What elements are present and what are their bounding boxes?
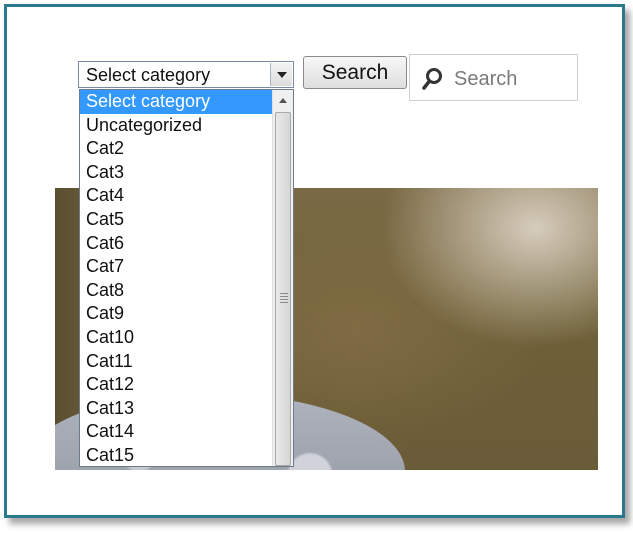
option-cat6[interactable]: Cat6 (80, 232, 272, 256)
option-select-category[interactable]: Select category (80, 90, 272, 114)
option-uncategorized[interactable]: Uncategorized (80, 114, 272, 138)
option-list: Select category Uncategorized Cat2 Cat3 … (80, 90, 272, 466)
option-cat8[interactable]: Cat8 (80, 279, 272, 303)
option-cat14[interactable]: Cat14 (80, 420, 272, 444)
option-cat10[interactable]: Cat10 (80, 326, 272, 350)
dropdown-scrollbar[interactable] (272, 90, 293, 466)
search-field[interactable] (409, 54, 578, 101)
option-cat2[interactable]: Cat2 (80, 137, 272, 161)
category-dropdown-list[interactable]: Select category Uncategorized Cat2 Cat3 … (79, 89, 294, 467)
option-cat13[interactable]: Cat13 (80, 397, 272, 421)
option-cat12[interactable]: Cat12 (80, 373, 272, 397)
category-select-value: Select category (86, 65, 211, 85)
option-cat3[interactable]: Cat3 (80, 161, 272, 185)
chevron-down-icon (276, 71, 287, 78)
chevron-up-icon (279, 97, 287, 103)
category-select[interactable]: Select category (78, 61, 294, 88)
option-cat9[interactable]: Cat9 (80, 302, 272, 326)
option-cat15[interactable]: Cat15 (80, 444, 272, 466)
scroll-up-button[interactable] (273, 90, 293, 110)
search-icon (422, 68, 442, 90)
grip-icon (280, 293, 288, 303)
option-cat5[interactable]: Cat5 (80, 208, 272, 232)
dropdown-arrow-button[interactable] (270, 63, 292, 86)
scroll-thumb[interactable] (275, 112, 291, 466)
search-input[interactable] (452, 65, 574, 93)
option-cat7[interactable]: Cat7 (80, 255, 272, 279)
search-button[interactable]: Search (303, 56, 407, 89)
option-cat11[interactable]: Cat11 (80, 350, 272, 374)
option-cat4[interactable]: Cat4 (80, 184, 272, 208)
